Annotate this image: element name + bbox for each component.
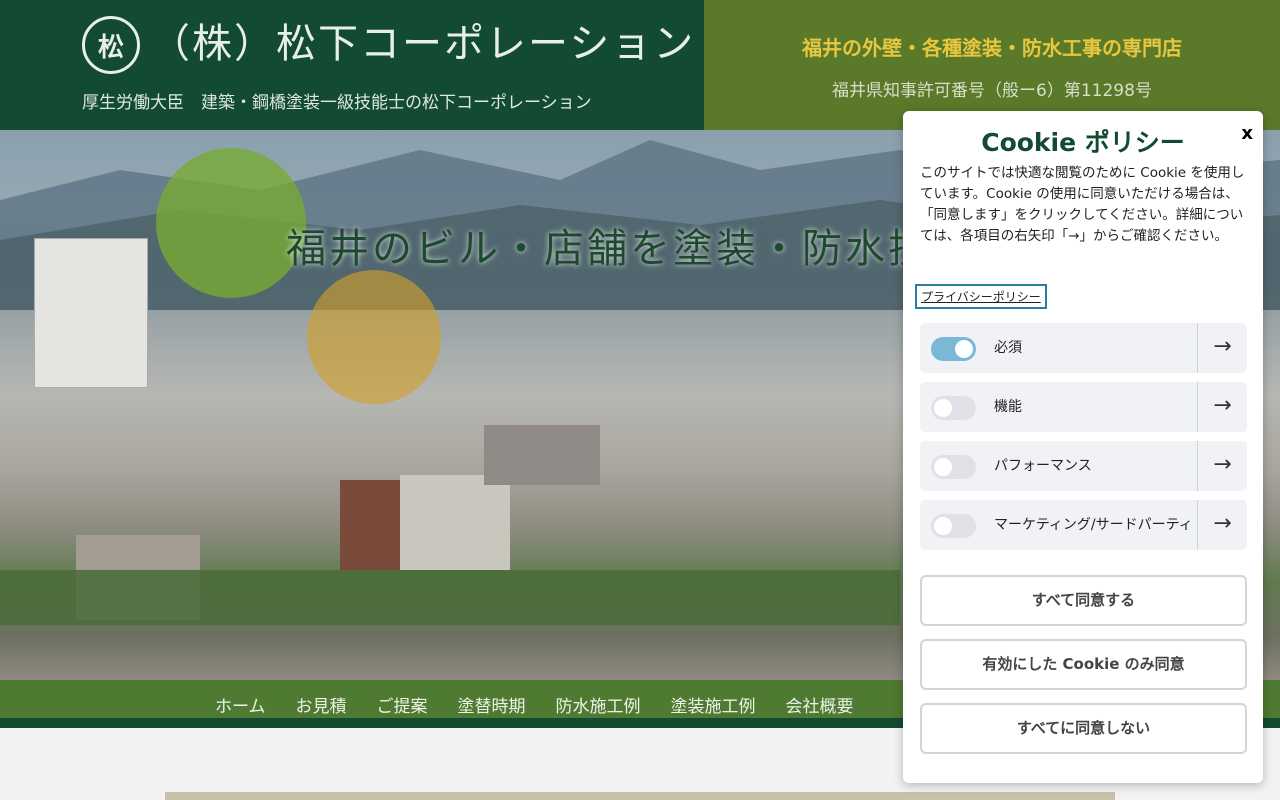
cookie-description: このサイトでは快適な閲覧のために Cookie を使用しています。Cookie … <box>920 165 1245 244</box>
toggle-knob <box>955 340 973 358</box>
arrow-right-icon[interactable]: → <box>1198 441 1247 491</box>
toggle-knob <box>934 399 952 417</box>
reject-all-button[interactable]: すべてに同意しない <box>920 703 1247 754</box>
nav-list: ホーム お見積 ご提案 塗替時期 防水施工例 塗装施工例 会社概要 <box>200 680 869 728</box>
company-logo-icon[interactable]: 松 <box>82 16 140 74</box>
accept-all-button[interactable]: すべて同意する <box>920 575 1247 626</box>
decor-circle-green <box>156 148 306 298</box>
category-label: マーケティング/サードパーティ <box>994 517 1193 533</box>
nav-item-painting-works[interactable]: 塗装施工例 <box>656 692 771 717</box>
header-tagline: 福井の外壁・各種塗装・防水工事の専門店 <box>802 36 1182 60</box>
cookie-category-marketing: マーケティング/サードパーティ → <box>920 500 1247 550</box>
nav-item-repaint-timing[interactable]: 塗替時期 <box>443 692 541 717</box>
toggle-marketing[interactable] <box>931 514 976 538</box>
toggle-functional[interactable] <box>931 396 976 420</box>
company-subtitle: 厚生労働大臣 建築・鋼橋塗装一級技能士の松下コーポレーション <box>82 93 592 113</box>
content-image-strip <box>165 792 1115 800</box>
cookie-category-functional: 機能 → <box>920 382 1247 432</box>
cookie-category-required: 必須 → <box>920 323 1247 373</box>
river-trees <box>0 570 900 625</box>
toggle-knob <box>934 458 952 476</box>
nav-item-estimate[interactable]: お見積 <box>281 692 362 717</box>
category-label: 機能 <box>994 399 1022 415</box>
tall-building <box>34 238 148 388</box>
category-label: パフォーマンス <box>994 458 1092 474</box>
building <box>340 480 400 570</box>
nav-item-home[interactable]: ホーム <box>200 692 281 717</box>
hero-title: 福井のビル・店舗を塗装・防水技 <box>286 226 931 272</box>
decor-circle-yellow <box>307 270 441 404</box>
cookie-consent-dialog: Cookie ポリシー x このサイトでは快適な閲覧のために Cookie を使… <box>903 111 1263 783</box>
category-label: 必須 <box>994 340 1022 356</box>
toggle-knob <box>934 517 952 535</box>
cookie-category-performance: パフォーマンス → <box>920 441 1247 491</box>
accept-selected-button[interactable]: 有効にした Cookie のみ同意 <box>920 639 1247 690</box>
nav-item-company[interactable]: 会社概要 <box>771 692 869 717</box>
site-header-left: 松 （株）松下コーポレーション 厚生労働大臣 建築・鋼橋塗装一級技能士の松下コー… <box>0 0 704 130</box>
toggle-performance[interactable] <box>931 455 976 479</box>
nav-item-proposal[interactable]: ご提案 <box>362 692 443 717</box>
company-name[interactable]: （株）松下コーポレーション <box>150 18 695 70</box>
close-icon[interactable]: x <box>1241 123 1253 144</box>
license-number: 福井県知事許可番号（般ー6）第11298号 <box>832 81 1152 101</box>
cookie-title: Cookie ポリシー <box>981 128 1185 157</box>
nav-item-waterproof-works[interactable]: 防水施工例 <box>541 692 656 717</box>
toggle-required[interactable] <box>931 337 976 361</box>
arrow-right-icon[interactable]: → <box>1198 500 1247 550</box>
arrow-right-icon[interactable]: → <box>1198 382 1247 432</box>
privacy-policy-link[interactable]: プライバシーポリシー <box>915 284 1047 309</box>
arrow-right-icon[interactable]: → <box>1198 323 1247 373</box>
building <box>484 425 600 485</box>
building <box>400 475 510 570</box>
